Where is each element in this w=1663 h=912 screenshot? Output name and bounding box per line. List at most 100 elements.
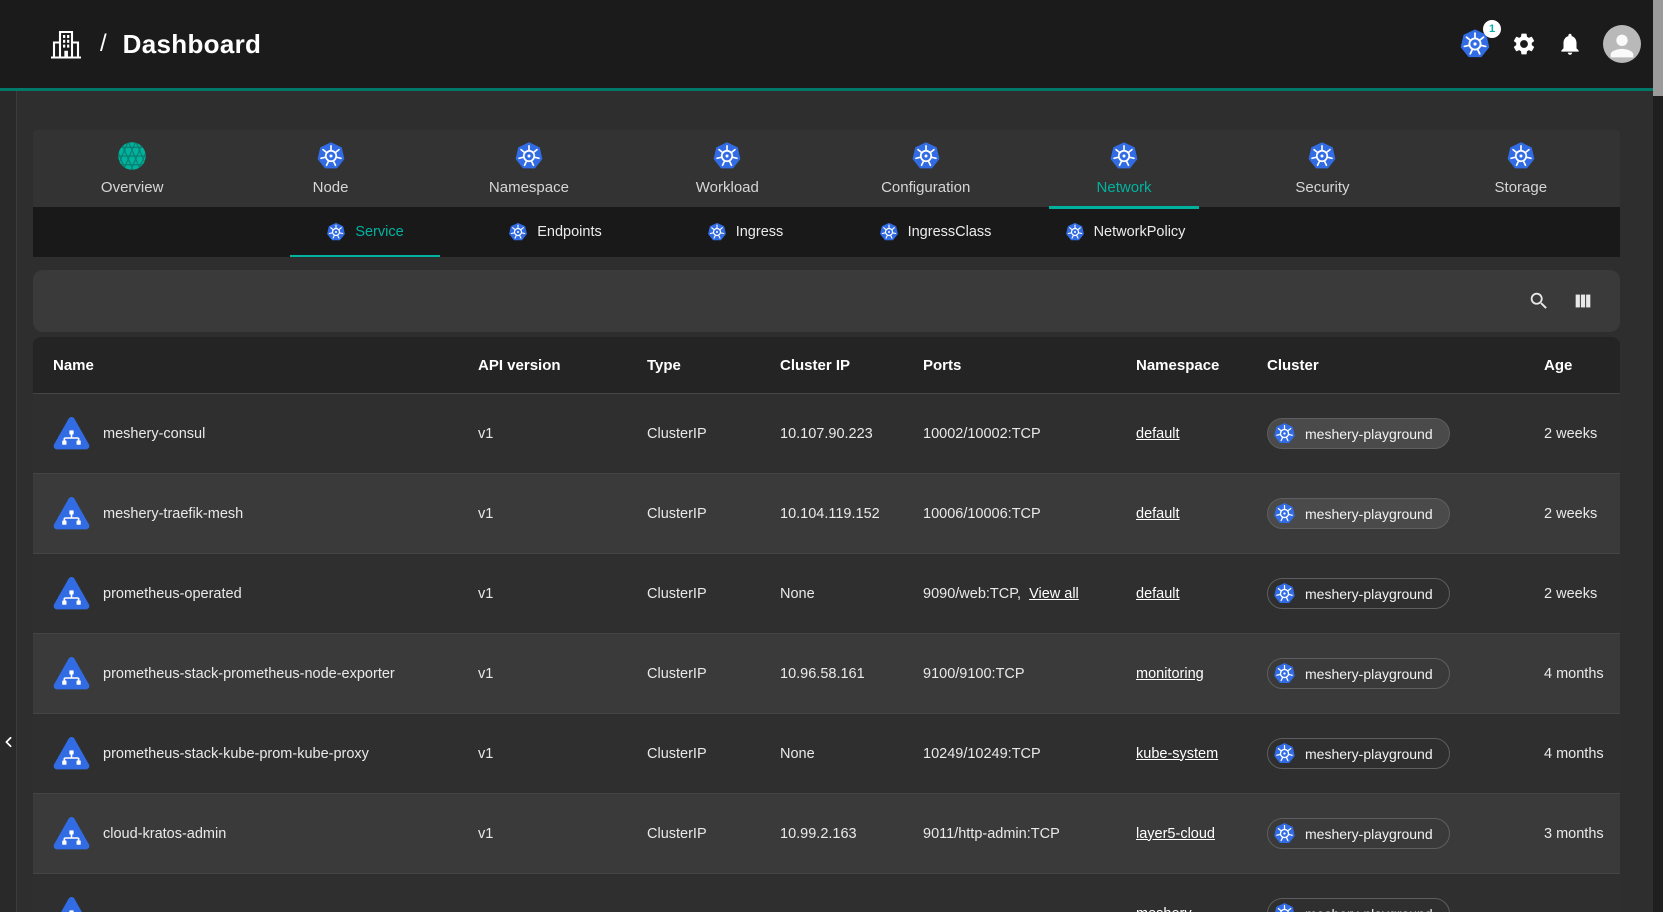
table-row[interactable]: cloud-kratos-admin v1 ClusterIP 10.99.2.… [33, 793, 1620, 873]
tab-namespace[interactable]: Namespace [430, 130, 628, 207]
cluster-chip[interactable]: meshery-playground [1267, 818, 1450, 849]
table-row[interactable]: meshery-consul v1 ClusterIP 10.107.90.22… [33, 393, 1620, 473]
cluster-ip-cell: None [780, 586, 923, 602]
api-version-cell: v1 [478, 426, 647, 442]
service-name: prometheus-stack-kube-prom-kube-proxy [103, 746, 369, 762]
service-name-cell: meshery-traefik-mesh [53, 495, 478, 532]
service-icon [53, 815, 90, 852]
age-cell: 4 months [1544, 746, 1620, 762]
table-row[interactable]: meshery-traefik-mesh v1 ClusterIP 10.104… [33, 473, 1620, 553]
col-header-cluster[interactable]: Cluster [1267, 357, 1544, 374]
api-version-cell: v1 [478, 746, 647, 762]
cluster-chip[interactable]: meshery-playground [1267, 658, 1450, 689]
view-all-link[interactable]: View all [1029, 586, 1079, 602]
tab-security[interactable]: Security [1223, 130, 1421, 207]
col-header-namespace[interactable]: Namespace [1136, 357, 1267, 374]
namespace-link[interactable]: layer5-cloud [1136, 826, 1215, 842]
kubernetes-icon [712, 141, 742, 171]
namespace-link[interactable]: default [1136, 586, 1180, 602]
table-row[interactable]: meshery meshery-playground [33, 873, 1620, 912]
cluster-chip[interactable]: meshery-playground [1267, 418, 1450, 449]
bell-icon[interactable] [1557, 31, 1583, 57]
subtab-endpoints[interactable]: Endpoints [460, 207, 650, 257]
subtab-service[interactable]: Service [270, 207, 460, 257]
cluster-chip[interactable]: meshery-playground [1267, 498, 1450, 529]
table-row[interactable]: prometheus-stack-prometheus-node-exporte… [33, 633, 1620, 713]
tab-workload[interactable]: Workload [628, 130, 826, 207]
namespace-link[interactable]: monitoring [1136, 666, 1204, 682]
tab-label: Security [1295, 179, 1349, 196]
kubernetes-icon [911, 141, 941, 171]
subtab-networkpolicy[interactable]: NetworkPolicy [1030, 207, 1220, 257]
cluster-name: meshery-playground [1305, 586, 1433, 602]
service-name-cell: meshery-consul [53, 415, 478, 452]
type-cell: ClusterIP [647, 666, 780, 682]
subtab-label: NetworkPolicy [1094, 224, 1186, 240]
namespace-link[interactable]: default [1136, 506, 1180, 522]
chevron-left-icon[interactable] [0, 731, 17, 753]
namespace-cell: meshery [1136, 906, 1267, 912]
col-header-ports[interactable]: Ports [923, 357, 1136, 374]
tab-node[interactable]: Node [231, 130, 429, 207]
col-header-age[interactable]: Age [1544, 357, 1620, 374]
gear-icon[interactable] [1511, 31, 1537, 57]
namespace-cell: monitoring [1136, 666, 1267, 682]
cluster-cell: meshery-playground [1267, 418, 1544, 449]
cluster-cell: meshery-playground [1267, 498, 1544, 529]
kubernetes-icon [1273, 582, 1296, 605]
kubernetes-icon [1273, 662, 1296, 685]
building-icon [48, 26, 84, 62]
kubernetes-icon [707, 222, 727, 242]
namespace-cell: default [1136, 426, 1267, 442]
col-header-name[interactable]: Name [53, 357, 478, 374]
tab-label: Storage [1495, 179, 1548, 196]
col-header-type[interactable]: Type [647, 357, 780, 374]
namespace-link[interactable]: default [1136, 426, 1180, 442]
table-row[interactable]: prometheus-operated v1 ClusterIP None 90… [33, 553, 1620, 633]
cluster-cell: meshery-playground [1267, 658, 1544, 689]
kubernetes-icon [1273, 742, 1296, 765]
kubernetes-icon [514, 141, 544, 171]
ports-text: 10002/10002:TCP [923, 426, 1041, 442]
avatar[interactable] [1603, 25, 1641, 63]
age-cell: 2 weeks [1544, 506, 1620, 522]
cluster-chip[interactable]: meshery-playground [1267, 898, 1450, 912]
cluster-chip[interactable]: meshery-playground [1267, 738, 1450, 769]
tab-storage[interactable]: Storage [1422, 130, 1620, 207]
service-name: meshery-traefik-mesh [103, 506, 243, 522]
service-name-cell: prometheus-stack-prometheus-node-exporte… [53, 655, 478, 692]
cluster-ip-cell: 10.107.90.223 [780, 426, 923, 442]
cluster-cell: meshery-playground [1267, 898, 1544, 912]
ports-text: 9090/web:TCP, [923, 586, 1021, 602]
tab-overview[interactable]: Overview [33, 130, 231, 207]
search-icon[interactable] [1528, 290, 1550, 312]
view-column-icon[interactable] [1572, 290, 1594, 312]
subtab-ingress[interactable]: Ingress [650, 207, 840, 257]
resource-tabs-card: Overview Node Namespace Workload Configu… [33, 130, 1620, 257]
service-name-cell: prometheus-stack-kube-prom-kube-proxy [53, 735, 478, 772]
table-row[interactable]: prometheus-stack-kube-prom-kube-proxy v1… [33, 713, 1620, 793]
tab-configuration[interactable]: Configuration [827, 130, 1025, 207]
kubernetes-icon [316, 141, 346, 171]
scrollbar-thumb[interactable] [1653, 0, 1663, 96]
api-version-cell: v1 [478, 826, 647, 842]
namespace-cell: default [1136, 506, 1267, 522]
table-header-row: Name API version Type Cluster IP Ports N… [33, 337, 1620, 393]
cluster-ip-cell: 10.99.2.163 [780, 826, 923, 842]
appbar-actions: 1 [1459, 25, 1641, 63]
cluster-cell: meshery-playground [1267, 578, 1544, 609]
namespace-link[interactable]: kube-system [1136, 746, 1218, 762]
cluster-name: meshery-playground [1305, 826, 1433, 842]
service-name: cloud-kratos-admin [103, 826, 226, 842]
subtab-ingressclass[interactable]: IngressClass [840, 207, 1030, 257]
col-header-api-version[interactable]: API version [478, 357, 647, 374]
cluster-chip[interactable]: meshery-playground [1267, 578, 1450, 609]
namespace-link[interactable]: meshery [1136, 906, 1192, 912]
service-icon [53, 575, 90, 612]
col-header-cluster-ip[interactable]: Cluster IP [780, 357, 923, 374]
tab-network[interactable]: Network [1025, 130, 1223, 207]
table-toolbar [33, 270, 1620, 332]
kubernetes-context-button[interactable]: 1 [1459, 28, 1491, 60]
tab-label: Configuration [881, 179, 970, 196]
type-cell: ClusterIP [647, 426, 780, 442]
